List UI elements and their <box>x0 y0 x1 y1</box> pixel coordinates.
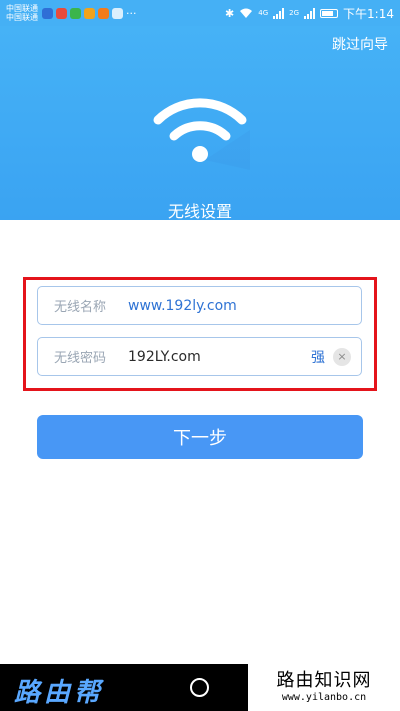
page-title: 无线设置 <box>167 202 232 221</box>
password-field[interactable]: 无线密码 192LY.com 强 × <box>37 337 362 376</box>
status-left: 中国联通 中国联通 ··· <box>6 4 137 22</box>
watermark-left: 路由帮 <box>14 678 105 708</box>
carrier-names: 中国联通 中国联通 <box>6 4 38 22</box>
watermark-title: 路由知识网 <box>276 670 372 691</box>
app-notification-icon <box>70 7 81 19</box>
network-2g-label: 2G <box>289 9 300 17</box>
carrier-1: 中国联通 <box>6 4 38 13</box>
password-label: 无线密码 <box>54 351 107 366</box>
app-notification-icon <box>98 7 109 19</box>
bluetooth-icon: ✱ <box>225 6 235 20</box>
overflow-icon: ··· <box>126 6 137 20</box>
wifi-status-icon <box>240 8 253 18</box>
battery-icon <box>320 8 339 18</box>
navigation-bar: 路由帮 路由知识网 www.yilanbo.cn <box>0 664 400 711</box>
password-input[interactable]: 192LY.com <box>128 349 311 365</box>
clear-icon[interactable]: × <box>333 347 351 366</box>
network-4g-label: 4G <box>258 9 269 17</box>
clock: 下午1:14 <box>343 6 394 21</box>
ssid-input[interactable]: www.192ly.com <box>128 298 351 314</box>
password-strength: 强 <box>311 349 325 366</box>
next-step-button[interactable]: 下一步 <box>37 415 363 459</box>
ssid-label: 无线名称 <box>54 300 107 315</box>
status-bar: 中国联通 中国联通 ··· ✱ 4G 2G 下午1:14 <box>0 0 400 26</box>
signal-icon <box>273 7 285 19</box>
header-banner: 跳过向导 无线设置 <box>0 26 400 221</box>
app-notification-icon <box>56 7 67 19</box>
app-notification-icon <box>42 7 53 19</box>
heart-icon <box>84 7 95 19</box>
watermark-right: 路由知识网 www.yilanbo.cn <box>248 664 400 711</box>
notification-icons: ··· <box>42 7 137 20</box>
wifi-icon <box>150 90 250 170</box>
carrier-2: 中国联通 <box>6 13 38 22</box>
lock-icon <box>112 7 123 19</box>
watermark-url: www.yilanbo.cn <box>281 692 367 703</box>
status-right: ✱ 4G 2G 下午1:14 <box>225 5 394 22</box>
skip-wizard-button[interactable]: 跳过向导 <box>332 34 388 54</box>
home-button[interactable] <box>190 678 209 697</box>
signal-icon <box>304 7 316 19</box>
ssid-field[interactable]: 无线名称 www.192ly.com <box>37 286 362 325</box>
